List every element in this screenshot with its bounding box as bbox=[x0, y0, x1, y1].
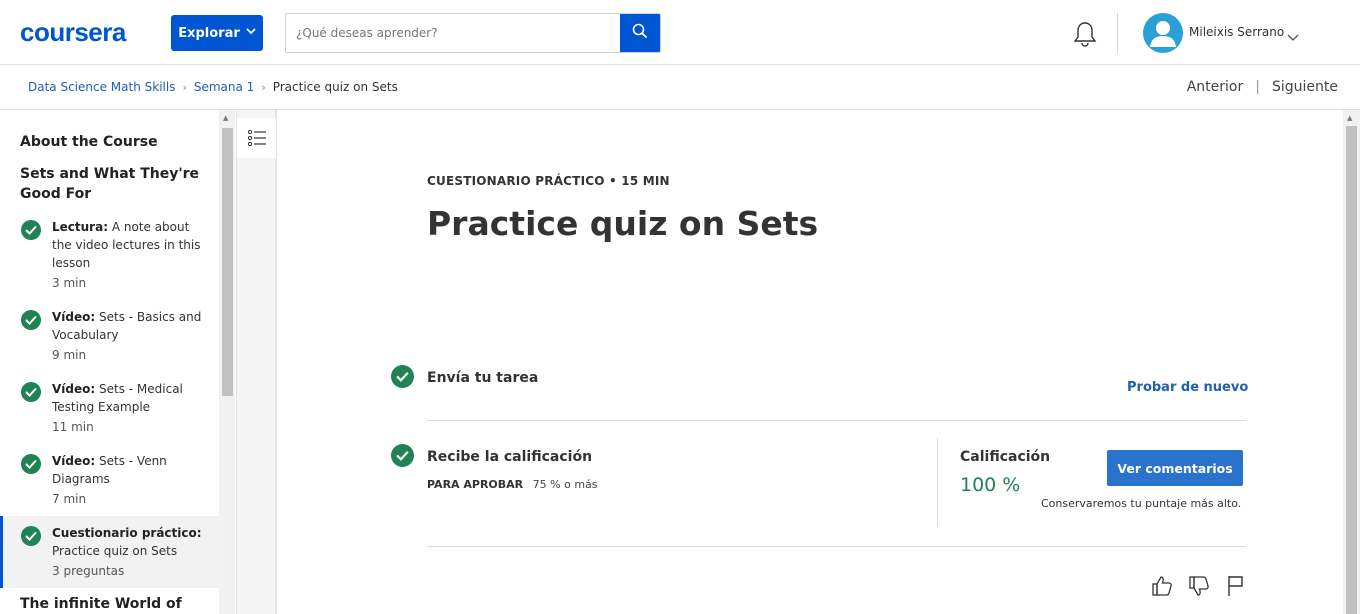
outline-toggle-icon[interactable] bbox=[237, 118, 276, 158]
pass-value: 75 % o más bbox=[532, 478, 598, 491]
header-divider bbox=[1117, 13, 1118, 53]
item-navigation: Anterior | Siguiente bbox=[1187, 79, 1338, 95]
user-avatar-icon[interactable] bbox=[1143, 13, 1183, 53]
outline-toggle-strip bbox=[236, 110, 277, 614]
breadcrumb-week[interactable]: Semana 1 bbox=[194, 80, 254, 94]
sidebar-section-title[interactable]: About the Course bbox=[20, 132, 205, 152]
explore-button[interactable]: Explorar bbox=[171, 15, 263, 51]
check-icon bbox=[21, 310, 41, 330]
nav-separator: | bbox=[1255, 79, 1260, 95]
item-type: Lectura: bbox=[52, 220, 108, 234]
search-input[interactable] bbox=[286, 14, 621, 52]
grade-value: 100 % bbox=[960, 474, 1021, 496]
check-icon bbox=[21, 526, 41, 546]
submit-step-title: Envía tu tarea bbox=[427, 370, 539, 386]
breadcrumb-course[interactable]: Data Science Math Skills bbox=[28, 80, 175, 94]
page-title: Practice quiz on Sets bbox=[427, 204, 819, 243]
chevron-right-icon: › bbox=[261, 80, 266, 94]
breadcrumb: Data Science Math Skills › Semana 1 › Pr… bbox=[28, 80, 398, 94]
top-header: coursera Explorar Mileixis Serrano bbox=[0, 0, 1360, 65]
check-icon bbox=[21, 454, 41, 474]
sidebar-item-video[interactable]: Vídeo: Sets - Venn Diagrams 7 min bbox=[0, 444, 219, 510]
item-duration: 3 min bbox=[52, 276, 87, 290]
chevron-down-icon[interactable] bbox=[1287, 27, 1299, 41]
item-duration: 11 min bbox=[52, 420, 94, 434]
main-scrollbar[interactable]: ▲ bbox=[1343, 110, 1360, 614]
check-icon bbox=[21, 220, 41, 240]
course-outline-sidebar: About the Course Sets and What They're G… bbox=[0, 110, 219, 614]
previous-link[interactable]: Anterior bbox=[1187, 79, 1244, 95]
divider bbox=[427, 420, 1246, 421]
sidebar-item-text: Vídeo: Sets - Medical Testing Example 11… bbox=[52, 380, 202, 436]
sidebar-item-text: Vídeo: Sets - Venn Diagrams 7 min bbox=[52, 452, 202, 508]
item-type: Vídeo: bbox=[52, 310, 96, 324]
scrollbar-thumb[interactable] bbox=[1346, 126, 1357, 614]
item-type: Cuestionario práctico: bbox=[52, 526, 202, 540]
grade-label: Calificación bbox=[960, 449, 1051, 465]
chevron-right-icon: › bbox=[182, 80, 187, 94]
search-box bbox=[285, 13, 661, 53]
sidebar-item-text: Lectura: A note about the video lectures… bbox=[52, 218, 202, 292]
divider bbox=[427, 546, 1246, 547]
breadcrumb-current: Practice quiz on Sets bbox=[272, 80, 398, 94]
sidebar-section-title[interactable]: Sets and What They're Good For bbox=[20, 164, 205, 204]
highest-score-note: Conservaremos tu puntaje más alto. bbox=[1041, 497, 1242, 510]
retry-link[interactable]: Probar de nuevo bbox=[1127, 380, 1248, 395]
flag-icon[interactable] bbox=[1225, 574, 1247, 598]
pass-requirement: PARA APROBAR 75 % o más bbox=[427, 478, 598, 491]
search-icon bbox=[632, 23, 648, 43]
next-link[interactable]: Siguiente bbox=[1272, 79, 1338, 95]
sidebar-item-video[interactable]: Vídeo: Sets - Medical Testing Example 11… bbox=[0, 372, 219, 438]
sidebar-item-text: Vídeo: Sets - Basics and Vocabulary 9 mi… bbox=[52, 308, 202, 364]
scrollbar-thumb[interactable] bbox=[222, 128, 233, 396]
item-title: Practice quiz on Sets bbox=[52, 544, 178, 558]
chevron-down-icon bbox=[246, 28, 256, 38]
search-button[interactable] bbox=[620, 14, 660, 52]
check-icon bbox=[21, 382, 41, 402]
sidebar-item-text: Cuestionario práctico: Practice quiz on … bbox=[52, 524, 202, 580]
pass-label: PARA APROBAR bbox=[427, 478, 524, 491]
thumbs-up-icon[interactable] bbox=[1151, 574, 1173, 598]
sidebar-item-video[interactable]: Vídeo: Sets - Basics and Vocabulary 9 mi… bbox=[0, 300, 219, 366]
sidebar-section-title[interactable]: The infinite World of bbox=[20, 594, 205, 614]
sidebar-item-lecture[interactable]: Lectura: A note about the video lectures… bbox=[0, 210, 219, 296]
check-icon bbox=[391, 444, 414, 467]
user-name[interactable]: Mileixis Serrano bbox=[1189, 25, 1284, 39]
grade-step-title: Recibe la calificación bbox=[427, 449, 593, 465]
explore-button-label: Explorar bbox=[178, 25, 240, 41]
sidebar-item-practice-quiz[interactable]: Cuestionario práctico: Practice quiz on … bbox=[0, 516, 219, 588]
scroll-up-icon[interactable]: ▲ bbox=[223, 114, 228, 122]
coursera-logo[interactable]: coursera bbox=[20, 17, 126, 48]
item-type: Vídeo: bbox=[52, 454, 96, 468]
breadcrumb-bar: Data Science Math Skills › Semana 1 › Pr… bbox=[0, 65, 1360, 110]
item-duration: 9 min bbox=[52, 348, 87, 362]
thumbs-down-icon[interactable] bbox=[1188, 574, 1210, 598]
sidebar-scrollbar[interactable]: ▲ bbox=[219, 110, 235, 614]
item-type: Vídeo: bbox=[52, 382, 96, 396]
grade-divider bbox=[937, 438, 938, 527]
check-icon bbox=[391, 365, 414, 388]
item-duration: 7 min bbox=[52, 492, 87, 506]
scroll-up-icon[interactable]: ▲ bbox=[1347, 114, 1352, 122]
view-feedback-button[interactable]: Ver comentarios bbox=[1107, 450, 1243, 486]
item-duration: 3 preguntas bbox=[52, 564, 125, 578]
bell-icon[interactable] bbox=[1072, 20, 1098, 48]
item-eyebrow: CUESTIONARIO PRÁCTICO • 15 MIN bbox=[427, 174, 670, 188]
